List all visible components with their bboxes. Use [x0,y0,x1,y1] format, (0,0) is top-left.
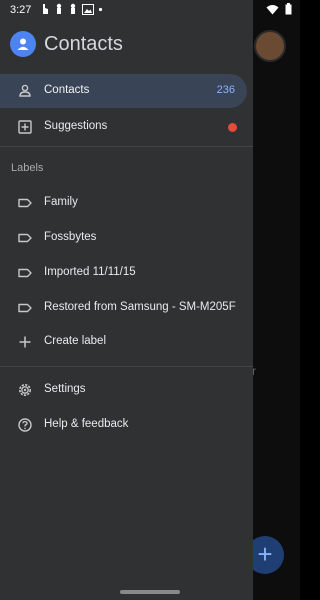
status-bar: 3:27 [0,0,300,22]
app-title: Contacts [44,32,123,55]
phone-screen: r + 3:27 Contacts Contacts 236 Suggestio… [0,0,300,600]
labels-heading: Labels [11,162,44,174]
navigation-drawer: Contacts Contacts 236 Suggestions Labels… [0,0,253,600]
notification-icon [56,3,62,14]
drawer-item-label: Restored from Samsung - SM-M205F [44,301,236,313]
drawer-item-settings[interactable]: Settings [0,373,253,407]
gear-icon [17,382,33,398]
account-avatar[interactable] [254,30,286,62]
battery-icon [285,3,292,15]
drawer-item-label: Settings [44,383,86,395]
drawer-item-label-family[interactable]: Family [0,186,253,220]
divider [0,146,253,147]
suggestions-icon [17,119,33,135]
label-icon [17,265,33,281]
gesture-navigation-bar[interactable] [120,590,180,594]
drawer-item-label: Imported 11/11/15 [44,266,136,278]
label-icon [17,195,33,211]
drawer-item-suggestions[interactable]: Suggestions [0,110,253,144]
drawer-item-create-label[interactable]: Create label [0,325,253,359]
plus-icon [17,334,33,350]
system-icons [266,3,292,15]
drawer-item-help-feedback[interactable]: Help & feedback [0,408,253,442]
drawer-item-label-fossbytes[interactable]: Fossbytes [0,221,253,255]
label-icon [17,230,33,246]
notification-icon [70,3,76,14]
more-notifications-dot-icon [98,7,103,11]
status-time: 3:27 [10,4,32,16]
help-icon [17,417,33,433]
drawer-item-label: Contacts [44,84,90,96]
person-icon [17,83,33,99]
drawer-item-label-restored[interactable]: Restored from Samsung - SM-M205F [0,291,253,325]
divider [0,366,253,367]
drawer-item-label: Family [44,196,78,208]
suggestions-badge-dot [228,123,237,132]
label-icon [17,300,33,316]
gallery-notification-icon [82,3,94,15]
drawer-item-label: Create label [44,335,107,347]
drawer-header: Contacts [10,28,123,60]
drawer-item-contacts[interactable]: Contacts 236 [0,74,247,108]
notification-icons [40,3,103,15]
wifi-icon [266,4,279,14]
contacts-logo-icon [10,31,36,57]
notification-icon [43,4,48,14]
drawer-item-label: Fossbytes [44,231,97,243]
drawer-item-label: Help & feedback [44,418,129,430]
drawer-item-label-imported[interactable]: Imported 11/11/15 [0,256,253,290]
drawer-item-label: Suggestions [44,120,108,132]
contacts-count: 236 [216,84,235,96]
